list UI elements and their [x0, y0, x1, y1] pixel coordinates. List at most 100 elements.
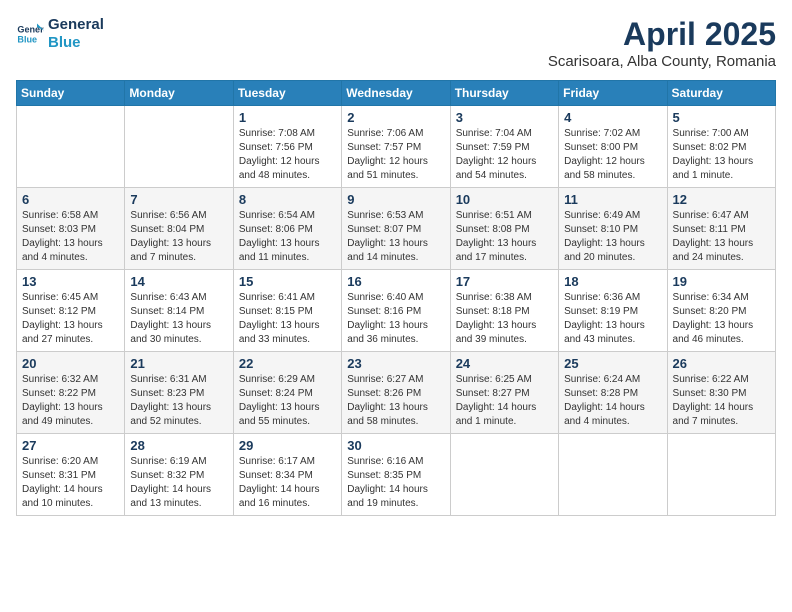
- weekday-header: Tuesday: [233, 81, 341, 106]
- cell-info: Sunrise: 7:02 AM Sunset: 8:00 PM Dayligh…: [564, 127, 661, 183]
- calendar-week-row: 13 Sunrise: 6:45 AM Sunset: 8:12 PM Dayli…: [17, 270, 776, 352]
- svg-text:General: General: [17, 25, 44, 35]
- cell-info: Sunrise: 6:41 AM Sunset: 8:15 PM Dayligh…: [239, 291, 336, 347]
- calendar-cell: 10 Sunrise: 6:51 AM Sunset: 8:08 PM Dayli…: [450, 188, 558, 270]
- cell-info: Sunrise: 6:29 AM Sunset: 8:24 PM Dayligh…: [239, 373, 336, 429]
- day-number: 4: [564, 110, 661, 125]
- cell-info: Sunrise: 7:04 AM Sunset: 7:59 PM Dayligh…: [456, 127, 553, 183]
- page-header: General Blue General Blue April 2025 Sca…: [16, 16, 776, 70]
- calendar-cell: 26 Sunrise: 6:22 AM Sunset: 8:30 PM Dayli…: [667, 352, 775, 434]
- month-title: April 2025: [548, 16, 776, 53]
- cell-info: Sunrise: 6:45 AM Sunset: 8:12 PM Dayligh…: [22, 291, 119, 347]
- cell-info: Sunrise: 6:22 AM Sunset: 8:30 PM Dayligh…: [673, 373, 770, 429]
- calendar-cell: 25 Sunrise: 6:24 AM Sunset: 8:28 PM Dayli…: [559, 352, 667, 434]
- calendar-cell: [667, 434, 775, 516]
- cell-info: Sunrise: 6:49 AM Sunset: 8:10 PM Dayligh…: [564, 209, 661, 265]
- calendar-week-row: 1 Sunrise: 7:08 AM Sunset: 7:56 PM Daylig…: [17, 106, 776, 188]
- calendar-cell: 14Sunrise: 6:43 AM Sunset: 8:14 PM Dayli…: [125, 270, 233, 352]
- calendar-cell: 22 Sunrise: 6:29 AM Sunset: 8:24 PM Dayli…: [233, 352, 341, 434]
- weekday-header: Monday: [125, 81, 233, 106]
- cell-info: Sunrise: 6:19 AM Sunset: 8:32 PM Dayligh…: [130, 455, 227, 511]
- day-number: 28: [130, 438, 227, 453]
- weekday-header-row: SundayMondayTuesdayWednesdayThursdayFrid…: [17, 81, 776, 106]
- calendar-cell: 2Sunrise: 7:06 AM Sunset: 7:57 PM Daylig…: [342, 106, 450, 188]
- calendar-cell: 27Sunrise: 6:20 AM Sunset: 8:31 PM Dayli…: [17, 434, 125, 516]
- logo-text-line1: General: [48, 16, 104, 34]
- calendar-cell: 11 Sunrise: 6:49 AM Sunset: 8:10 PM Dayli…: [559, 188, 667, 270]
- day-number: 6: [22, 192, 119, 207]
- weekday-header: Sunday: [17, 81, 125, 106]
- cell-info: Sunrise: 6:34 AM Sunset: 8:20 PM Dayligh…: [673, 291, 770, 347]
- day-number: 18: [564, 274, 661, 289]
- calendar-cell: 19 Sunrise: 6:34 AM Sunset: 8:20 PM Dayli…: [667, 270, 775, 352]
- calendar-cell: 28 Sunrise: 6:19 AM Sunset: 8:32 PM Dayli…: [125, 434, 233, 516]
- calendar-cell: 17 Sunrise: 6:38 AM Sunset: 8:18 PM Dayli…: [450, 270, 558, 352]
- day-number: 22: [239, 356, 336, 371]
- day-number: 23: [347, 356, 444, 371]
- day-number: 15: [239, 274, 336, 289]
- day-number: 11: [564, 192, 661, 207]
- calendar-cell: 9Sunrise: 6:53 AM Sunset: 8:07 PM Daylig…: [342, 188, 450, 270]
- day-number: 17: [456, 274, 553, 289]
- calendar-cell: 5Sunrise: 7:00 AM Sunset: 8:02 PM Daylig…: [667, 106, 775, 188]
- day-number: 5: [673, 110, 770, 125]
- day-number: 13: [22, 274, 119, 289]
- calendar-cell: 30Sunrise: 6:16 AM Sunset: 8:35 PM Dayli…: [342, 434, 450, 516]
- day-number: 12: [673, 192, 770, 207]
- day-number: 26: [673, 356, 770, 371]
- day-number: 19: [673, 274, 770, 289]
- calendar-week-row: 20Sunrise: 6:32 AM Sunset: 8:22 PM Dayli…: [17, 352, 776, 434]
- cell-info: Sunrise: 6:47 AM Sunset: 8:11 PM Dayligh…: [673, 209, 770, 265]
- day-number: 8: [239, 192, 336, 207]
- logo-icon: General Blue: [16, 20, 44, 48]
- cell-info: Sunrise: 6:24 AM Sunset: 8:28 PM Dayligh…: [564, 373, 661, 429]
- calendar-cell: 8 Sunrise: 6:54 AM Sunset: 8:06 PM Daylig…: [233, 188, 341, 270]
- weekday-header: Wednesday: [342, 81, 450, 106]
- calendar-cell: 23 Sunrise: 6:27 AM Sunset: 8:26 PM Dayli…: [342, 352, 450, 434]
- calendar-cell: 3Sunrise: 7:04 AM Sunset: 7:59 PM Daylig…: [450, 106, 558, 188]
- calendar-cell: [559, 434, 667, 516]
- cell-info: Sunrise: 6:31 AM Sunset: 8:23 PM Dayligh…: [130, 373, 227, 429]
- cell-info: Sunrise: 6:58 AM Sunset: 8:03 PM Dayligh…: [22, 209, 119, 265]
- weekday-header: Thursday: [450, 81, 558, 106]
- cell-info: Sunrise: 6:27 AM Sunset: 8:26 PM Dayligh…: [347, 373, 444, 429]
- calendar-cell: [17, 106, 125, 188]
- cell-info: Sunrise: 6:51 AM Sunset: 8:08 PM Dayligh…: [456, 209, 553, 265]
- title-block: April 2025 Scarisoara, Alba County, Roma…: [548, 16, 776, 70]
- calendar-cell: 16 Sunrise: 6:40 AM Sunset: 8:16 PM Dayli…: [342, 270, 450, 352]
- cell-info: Sunrise: 6:43 AM Sunset: 8:14 PM Dayligh…: [130, 291, 227, 347]
- cell-info: Sunrise: 7:08 AM Sunset: 7:56 PM Dayligh…: [239, 127, 336, 183]
- cell-info: Sunrise: 6:40 AM Sunset: 8:16 PM Dayligh…: [347, 291, 444, 347]
- cell-info: Sunrise: 6:16 AM Sunset: 8:35 PM Dayligh…: [347, 455, 444, 511]
- day-number: 29: [239, 438, 336, 453]
- day-number: 21: [130, 356, 227, 371]
- calendar-week-row: 27Sunrise: 6:20 AM Sunset: 8:31 PM Dayli…: [17, 434, 776, 516]
- day-number: 10: [456, 192, 553, 207]
- calendar-cell: 12 Sunrise: 6:47 AM Sunset: 8:11 PM Dayli…: [667, 188, 775, 270]
- calendar-cell: 29 Sunrise: 6:17 AM Sunset: 8:34 PM Dayli…: [233, 434, 341, 516]
- logo: General Blue General Blue: [16, 16, 104, 52]
- svg-text:Blue: Blue: [17, 34, 37, 44]
- calendar-week-row: 6 Sunrise: 6:58 AM Sunset: 8:03 PM Daylig…: [17, 188, 776, 270]
- calendar-cell: 7 Sunrise: 6:56 AM Sunset: 8:04 PM Daylig…: [125, 188, 233, 270]
- weekday-header: Friday: [559, 81, 667, 106]
- logo-text-line2: Blue: [48, 34, 104, 52]
- cell-info: Sunrise: 6:32 AM Sunset: 8:22 PM Dayligh…: [22, 373, 119, 429]
- calendar-cell: 4 Sunrise: 7:02 AM Sunset: 8:00 PM Daylig…: [559, 106, 667, 188]
- day-number: 25: [564, 356, 661, 371]
- day-number: 1: [239, 110, 336, 125]
- day-number: 9: [347, 192, 444, 207]
- cell-info: Sunrise: 6:54 AM Sunset: 8:06 PM Dayligh…: [239, 209, 336, 265]
- calendar-cell: 24Sunrise: 6:25 AM Sunset: 8:27 PM Dayli…: [450, 352, 558, 434]
- day-number: 7: [130, 192, 227, 207]
- cell-info: Sunrise: 6:38 AM Sunset: 8:18 PM Dayligh…: [456, 291, 553, 347]
- cell-info: Sunrise: 6:17 AM Sunset: 8:34 PM Dayligh…: [239, 455, 336, 511]
- calendar-cell: [125, 106, 233, 188]
- calendar-cell: 13 Sunrise: 6:45 AM Sunset: 8:12 PM Dayli…: [17, 270, 125, 352]
- day-number: 27: [22, 438, 119, 453]
- cell-info: Sunrise: 6:56 AM Sunset: 8:04 PM Dayligh…: [130, 209, 227, 265]
- cell-info: Sunrise: 6:36 AM Sunset: 8:19 PM Dayligh…: [564, 291, 661, 347]
- cell-info: Sunrise: 7:06 AM Sunset: 7:57 PM Dayligh…: [347, 127, 444, 183]
- day-number: 16: [347, 274, 444, 289]
- weekday-header: Saturday: [667, 81, 775, 106]
